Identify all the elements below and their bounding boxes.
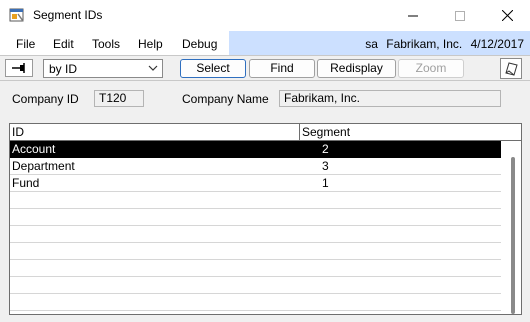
- select-button[interactable]: Select: [180, 59, 246, 78]
- maximize-button[interactable]: [437, 0, 483, 31]
- company-id-field: T120: [94, 90, 144, 107]
- empty-row[interactable]: [10, 243, 501, 260]
- segment-grid: ID Segment Account 2 Department 3 Fund 1: [9, 123, 522, 315]
- session-info-bar: sa Fabrikam, Inc. 4/12/2017: [229, 31, 530, 55]
- sort-by-dropdown[interactable]: by ID: [43, 59, 163, 78]
- menu-debug[interactable]: Debug: [182, 37, 217, 51]
- pin-button[interactable]: [5, 59, 33, 77]
- pin-icon: [12, 63, 25, 73]
- cell-id: Account: [12, 142, 56, 156]
- cell-segment: 3: [322, 159, 329, 173]
- empty-row[interactable]: [10, 260, 501, 277]
- empty-row[interactable]: [10, 294, 501, 311]
- company-name-label: Company Name: [182, 92, 269, 106]
- scrollbar-thumb[interactable]: [511, 157, 515, 314]
- session-info: sa Fabrikam, Inc. 4/12/2017: [360, 37, 524, 51]
- sort-by-value: by ID: [49, 62, 78, 76]
- empty-row[interactable]: [10, 277, 501, 294]
- company-id-label: Company ID: [12, 92, 79, 106]
- redisplay-button[interactable]: Redisplay: [317, 59, 396, 78]
- user-date[interactable]: 4/12/2017: [471, 37, 524, 51]
- minimize-button[interactable]: [390, 0, 436, 31]
- table-row[interactable]: Fund 1: [10, 175, 501, 192]
- grid-header: ID Segment: [10, 124, 521, 141]
- menu-help[interactable]: Help: [138, 37, 163, 51]
- title-bar: Segment IDs: [0, 0, 530, 31]
- window-content: Company ID T120 Company Name Fabrikam, I…: [0, 81, 530, 322]
- zoom-button[interactable]: Zoom: [398, 59, 464, 78]
- menu-tools[interactable]: Tools: [92, 37, 120, 51]
- table-row[interactable]: Account 2: [10, 141, 501, 158]
- empty-row[interactable]: [10, 192, 501, 209]
- cell-segment: 1: [322, 176, 329, 190]
- empty-row[interactable]: [10, 226, 501, 243]
- vertical-scrollbar[interactable]: [501, 141, 521, 314]
- find-button[interactable]: Find: [249, 59, 315, 78]
- window-title: Segment IDs: [33, 8, 103, 22]
- chevron-down-icon: [148, 65, 158, 71]
- cell-segment: 2: [322, 142, 329, 156]
- cell-id: Department: [12, 159, 75, 173]
- company-name-field: Fabrikam, Inc.: [279, 90, 501, 107]
- minimize-icon: [408, 15, 418, 16]
- column-header-segment[interactable]: Segment: [302, 125, 350, 139]
- empty-row[interactable]: [10, 209, 501, 226]
- menu-file[interactable]: File: [16, 37, 35, 51]
- close-icon: [501, 10, 513, 21]
- user-name: sa: [365, 37, 378, 51]
- column-divider: [299, 124, 300, 141]
- table-row[interactable]: Department 3: [10, 158, 501, 175]
- note-icon[interactable]: [500, 58, 522, 79]
- maximize-icon: [455, 10, 465, 21]
- toolbar: by ID Select Find Redisplay Zoom: [0, 55, 530, 81]
- close-button[interactable]: [484, 0, 530, 31]
- menu-edit[interactable]: Edit: [53, 37, 74, 51]
- cell-id: Fund: [12, 176, 40, 190]
- app-icon: [9, 8, 24, 22]
- company-name-status: Fabrikam, Inc.: [386, 37, 463, 51]
- column-header-id[interactable]: ID: [12, 125, 24, 139]
